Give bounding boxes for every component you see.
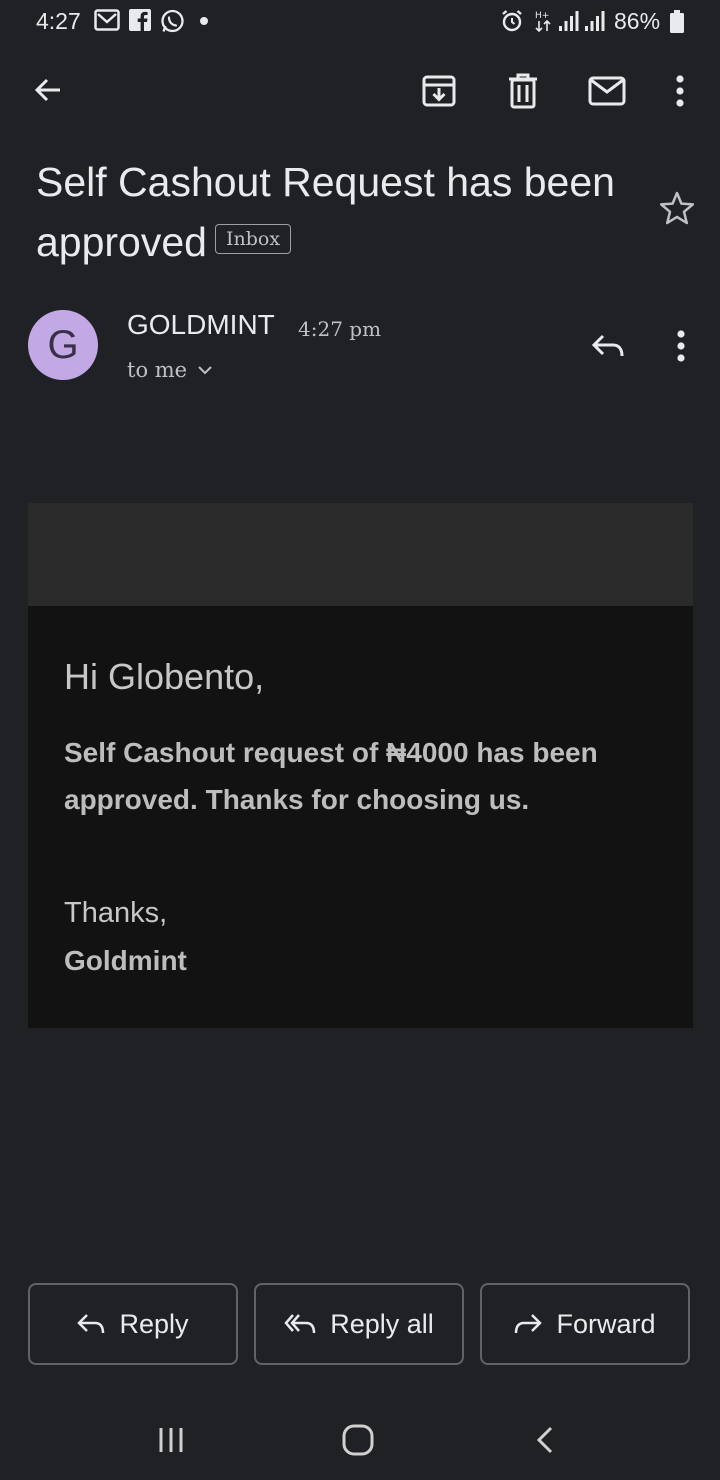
thanks-text: Thanks, bbox=[64, 897, 168, 929]
home-button[interactable] bbox=[328, 1412, 388, 1468]
email-header-band bbox=[28, 503, 693, 606]
recipient-text: to me bbox=[127, 358, 188, 382]
message-more-button[interactable] bbox=[655, 320, 707, 372]
dot-icon bbox=[200, 17, 208, 25]
reply-label: Reply bbox=[119, 1308, 189, 1339]
reply-button[interactable]: Reply bbox=[28, 1283, 238, 1365]
reply-all-button[interactable]: Reply all bbox=[254, 1283, 464, 1365]
archive-button[interactable] bbox=[413, 65, 465, 117]
battery-percent: 86% bbox=[614, 8, 661, 34]
reply-icon bbox=[77, 1314, 105, 1334]
battery-icon bbox=[670, 10, 684, 39]
more-vert-icon bbox=[676, 75, 684, 107]
delete-icon bbox=[509, 73, 537, 109]
svg-text:H+: H+ bbox=[535, 11, 549, 21]
message-text: Self Cashout request of ₦4000 has been a… bbox=[64, 737, 598, 815]
home-icon bbox=[342, 1424, 374, 1456]
gmail-icon bbox=[94, 9, 120, 36]
reply-all-icon bbox=[284, 1314, 316, 1334]
star-icon bbox=[659, 191, 695, 225]
whatsapp-icon bbox=[160, 9, 185, 39]
forward-label: Forward bbox=[556, 1308, 656, 1339]
sender-avatar[interactable]: G bbox=[28, 310, 98, 380]
data-arrows-icon: H+ bbox=[535, 9, 551, 38]
recent-apps-icon bbox=[159, 1428, 183, 1452]
mark-unread-icon bbox=[588, 76, 626, 106]
recent-apps-button[interactable] bbox=[141, 1412, 201, 1468]
more-vert-icon bbox=[677, 330, 685, 362]
chevron-down-icon bbox=[198, 366, 212, 375]
email-subject: Self Cashout Request has been approved In… bbox=[36, 152, 646, 272]
star-button[interactable] bbox=[651, 182, 703, 234]
signal-icon bbox=[558, 9, 580, 38]
subject-text: Self Cashout Request has been approved bbox=[36, 159, 615, 265]
more-options-button[interactable] bbox=[654, 65, 706, 117]
reply-icon bbox=[591, 334, 624, 357]
status-time: 4:27 bbox=[36, 8, 81, 34]
sent-time: 4:27 pm bbox=[298, 317, 382, 341]
alarm-icon bbox=[500, 9, 524, 38]
archive-icon bbox=[422, 75, 456, 107]
nav-back-button[interactable] bbox=[515, 1412, 575, 1468]
sender-name: GOLDMINT bbox=[127, 309, 275, 340]
signoff-text: Goldmint bbox=[64, 945, 187, 976]
greeting-text: Hi Globento, bbox=[64, 656, 265, 697]
back-arrow-icon bbox=[34, 78, 60, 102]
delete-button[interactable] bbox=[497, 65, 549, 117]
signal-icon bbox=[584, 9, 606, 38]
reply-all-label: Reply all bbox=[330, 1308, 434, 1339]
forward-button[interactable]: Forward bbox=[480, 1283, 690, 1365]
nav-back-icon bbox=[536, 1426, 553, 1454]
reply-icon-button[interactable] bbox=[582, 320, 634, 372]
facebook-icon bbox=[129, 9, 151, 36]
recipient-details-toggle[interactable]: to me bbox=[127, 358, 213, 382]
mark-unread-button[interactable] bbox=[581, 65, 633, 117]
back-button[interactable] bbox=[22, 64, 74, 116]
forward-icon bbox=[515, 1314, 543, 1334]
inbox-label[interactable]: Inbox bbox=[214, 224, 292, 255]
